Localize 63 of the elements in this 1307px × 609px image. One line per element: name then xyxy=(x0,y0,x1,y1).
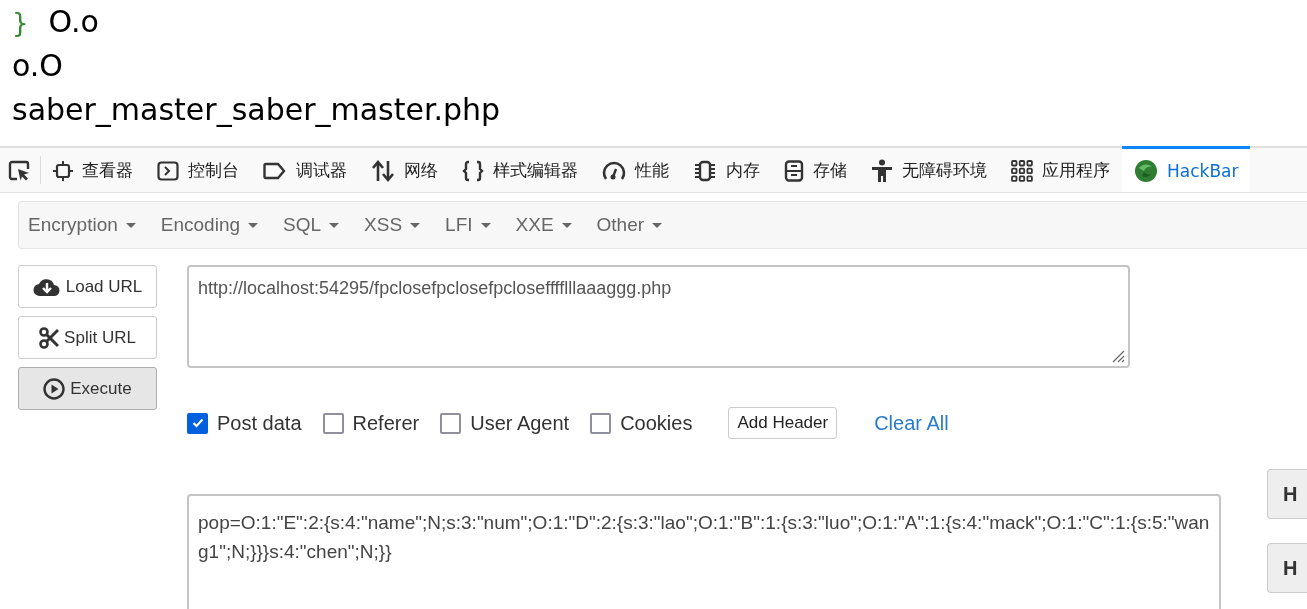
play-icon xyxy=(43,377,66,400)
output-text: O.o xyxy=(48,4,99,39)
console-icon xyxy=(157,160,179,181)
devtools-tab[interactable]: 内存 xyxy=(681,146,772,192)
split-button[interactable]: Split URL xyxy=(18,316,157,359)
devtools-tab[interactable]: 网络 xyxy=(359,146,450,192)
gauge-icon xyxy=(602,160,626,181)
checkbox-label: Cookies xyxy=(620,411,693,435)
execute-button[interactable]: Execute xyxy=(18,367,157,410)
menu-dropdown[interactable]: Other xyxy=(587,214,672,236)
post-data-field[interactable]: pop=O:1:"E":2:{s:4:"name";N;s:3:"num";O:1:"D":2:{s:3:"lao";O:1:"B":1:{s:3:"luo";O:1:"A":1:{s:4:"mack";O:1:"C":1:{s:5:"wang1";N;}}}s:4:"chen";N;}} xyxy=(187,494,1221,609)
code-brace: } xyxy=(12,8,29,38)
output-text: o.O xyxy=(12,48,63,83)
menu-dropdown[interactable]: XXE xyxy=(506,214,581,236)
menu-dropdown[interactable]: Encoding xyxy=(151,214,267,236)
clear-all-link[interactable]: Clear All xyxy=(874,411,949,435)
caret-icon xyxy=(248,222,258,228)
element-picker-icon xyxy=(8,159,32,182)
checkbox-label: Post data xyxy=(217,411,302,435)
add-header-button[interactable]: Add Header xyxy=(728,407,838,439)
menu-dropdown[interactable]: LFI xyxy=(436,214,500,236)
braces-icon xyxy=(462,159,484,182)
caret-icon xyxy=(561,222,572,228)
orb-icon xyxy=(1134,158,1158,183)
resize-grip-icon xyxy=(1111,349,1125,363)
devtools-tab[interactable]: 样式编辑器 xyxy=(450,146,590,192)
cloud-download-icon xyxy=(32,276,61,297)
side-button[interactable]: H xyxy=(1267,543,1307,593)
output-text: saber_master_saber_master.php xyxy=(12,92,501,127)
checkbox-label: User Agent xyxy=(470,411,570,435)
caret-icon xyxy=(410,222,421,228)
up-down-arrows-icon xyxy=(371,159,395,182)
load-button[interactable]: Load URL xyxy=(18,265,157,308)
grid-icon xyxy=(1011,159,1033,182)
debugger-icon xyxy=(263,161,287,180)
checkbox[interactable] xyxy=(440,412,462,434)
caret-icon xyxy=(480,222,491,228)
checkmark-icon xyxy=(190,416,205,430)
caret-icon xyxy=(329,222,340,228)
checkbox[interactable] xyxy=(590,412,612,434)
chip-icon xyxy=(693,159,717,182)
side-button[interactable]: H xyxy=(1267,469,1307,519)
url-field[interactable]: http://localhost:54295/fpclosefpclosefpclosefffflllaaaggg.php xyxy=(187,265,1130,368)
checkbox[interactable] xyxy=(322,412,344,434)
devtools-tab[interactable]: HackBar xyxy=(1122,146,1251,192)
checkbox-label: Referer xyxy=(352,411,420,435)
menu-dropdown[interactable]: SQL xyxy=(274,214,349,236)
checkbox[interactable] xyxy=(187,412,208,434)
devtools-tab[interactable]: 无障碍环境 xyxy=(859,146,999,192)
devtools-tab[interactable]: 查看器 xyxy=(41,146,145,192)
cabinet-icon xyxy=(784,159,804,182)
devtools-tab[interactable]: 应用程序 xyxy=(999,146,1122,192)
devtools-tab[interactable]: 控制台 xyxy=(145,146,251,192)
menu-dropdown[interactable]: Encryption xyxy=(19,214,145,236)
devtools-tab[interactable]: 存储 xyxy=(772,146,859,192)
scissors-icon xyxy=(39,326,60,349)
caret-icon xyxy=(125,222,136,228)
inspector-icon xyxy=(53,160,73,181)
caret-icon xyxy=(652,222,663,228)
devtools-tab[interactable]: 性能 xyxy=(590,146,681,192)
devtools-tab[interactable]: 调试器 xyxy=(251,146,359,192)
person-icon xyxy=(871,158,893,183)
menu-dropdown[interactable]: XSS xyxy=(355,214,430,236)
